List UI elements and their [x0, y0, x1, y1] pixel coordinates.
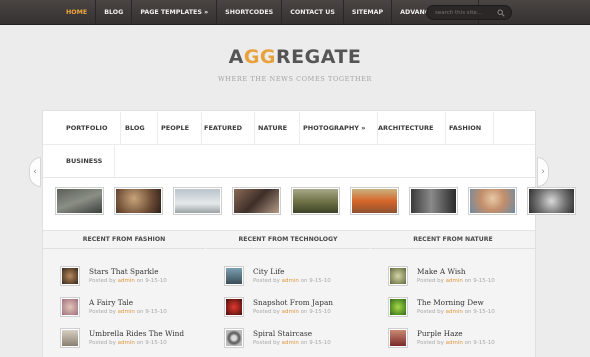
nav-shortcodes[interactable]: SHORTCODES: [217, 0, 283, 25]
post-author-link[interactable]: admin: [446, 278, 463, 284]
nav-home[interactable]: HOME: [58, 0, 97, 25]
post-author-link[interactable]: admin: [282, 309, 299, 315]
post-author-link[interactable]: admin: [118, 340, 135, 346]
post-meta: Posted by admin on 9-15-10: [253, 340, 331, 346]
carousel-thumb[interactable]: [291, 187, 340, 215]
carousel-thumb[interactable]: [350, 187, 399, 215]
carousel-thumb[interactable]: [232, 187, 281, 215]
post-title[interactable]: Snapshot From Japan: [253, 298, 333, 307]
post-meta: Posted by admin on 9-15-10: [89, 309, 167, 315]
post-title[interactable]: Purple Haze: [417, 329, 463, 338]
recent-fashion-section: RECENT FROM FASHION Stars That Sparkle P…: [43, 231, 205, 357]
post-item[interactable]: City Life Posted by admin on 9-15-10: [224, 266, 364, 288]
post-thumbnail[interactable]: [224, 266, 244, 286]
post-meta: Posted by admin on 9-15-10: [417, 340, 495, 346]
main-panel: PORTFOLIO BLOG PEOPLE FEATURED NATURE PH…: [42, 110, 576, 357]
section-title: RECENT FROM TECHNOLOGY: [206, 231, 370, 249]
post-thumbnail[interactable]: [60, 297, 80, 317]
post-thumbnail[interactable]: [388, 297, 408, 317]
chevron-right-icon: ›: [541, 167, 545, 177]
post-meta: Posted by admin on 9-15-10: [253, 309, 331, 315]
recent-posts-area: RECENT FROM FASHION Stars That Sparkle P…: [43, 230, 535, 357]
top-navigation-bar: HOME BLOG PAGE TEMPLATES » SHORTCODES CO…: [0, 0, 590, 25]
carousel-thumb[interactable]: [114, 187, 163, 215]
post-thumbnail[interactable]: [224, 297, 244, 317]
nav-sitemap[interactable]: SITEMAP: [344, 0, 393, 25]
post-item[interactable]: Snapshot From Japan Posted by admin on 9…: [224, 297, 364, 319]
carousel-prev-button[interactable]: ‹: [29, 157, 41, 187]
carousel-thumb[interactable]: [55, 187, 104, 215]
post-meta: Posted by admin on 9-15-10: [89, 340, 167, 346]
post-meta: Posted by admin on 9-15-10: [417, 278, 495, 284]
post-title[interactable]: Make A Wish: [417, 267, 466, 276]
nav-blog[interactable]: BLOG: [96, 0, 133, 25]
category-nav: PORTFOLIO BLOG PEOPLE FEATURED NATURE PH…: [43, 111, 535, 178]
post-title[interactable]: City Life: [253, 267, 285, 276]
post-title[interactable]: Umbrella Rides The Wind: [89, 329, 184, 338]
section-title: RECENT FROM FASHION: [43, 231, 205, 249]
carousel-thumb[interactable]: [409, 187, 458, 215]
post-title[interactable]: The Morning Dew: [417, 298, 484, 307]
featured-carousel: [55, 187, 576, 215]
post-meta: Posted by admin on 9-15-10: [417, 309, 495, 315]
post-item[interactable]: Umbrella Rides The Wind Posted by admin …: [60, 328, 200, 350]
post-author-link[interactable]: admin: [118, 278, 135, 284]
nav-page-templates[interactable]: PAGE TEMPLATES »: [132, 0, 218, 25]
post-title[interactable]: A Fairy Tale: [89, 298, 133, 307]
post-thumbnail[interactable]: [60, 266, 80, 286]
post-item[interactable]: Stars That Sparkle Posted by admin on 9-…: [60, 266, 200, 288]
post-author-link[interactable]: admin: [282, 340, 299, 346]
post-item[interactable]: A Fairy Tale Posted by admin on 9-15-10: [60, 297, 200, 319]
post-item[interactable]: The Morning Dew Posted by admin on 9-15-…: [388, 297, 528, 319]
recent-technology-section: RECENT FROM TECHNOLOGY City Life Posted …: [206, 231, 370, 357]
search-input[interactable]: [435, 8, 497, 18]
carousel-thumb[interactable]: [468, 187, 517, 215]
carousel-thumb[interactable]: [173, 187, 222, 215]
site-tagline: WHERE THE NEWS COMES TOGETHER: [217, 75, 373, 83]
search-box: [426, 5, 512, 20]
post-author-link[interactable]: admin: [282, 278, 299, 284]
logo-text-start: A: [228, 46, 244, 68]
post-meta: Posted by admin on 9-15-10: [89, 278, 167, 284]
category-architecture[interactable]: ARCHITECTURE: [366, 112, 447, 144]
post-thumbnail[interactable]: [60, 328, 80, 348]
post-author-link[interactable]: admin: [118, 309, 135, 315]
logo-text-accent: GG: [243, 46, 277, 68]
top-nav: HOME BLOG PAGE TEMPLATES » SHORTCODES CO…: [58, 0, 479, 25]
logo-text-end: REGATE: [276, 46, 362, 68]
nav-contact-us[interactable]: CONTACT US: [282, 0, 344, 25]
site-logo[interactable]: AGGREGATE: [0, 46, 590, 68]
post-title[interactable]: Spiral Staircase: [253, 329, 312, 338]
chevron-left-icon: ‹: [33, 167, 37, 177]
post-thumbnail[interactable]: [388, 266, 408, 286]
post-item[interactable]: Purple Haze Posted by admin on 9-15-10: [388, 328, 528, 350]
post-author-link[interactable]: admin: [446, 340, 463, 346]
category-fashion[interactable]: FASHION: [437, 112, 495, 144]
post-thumbnail[interactable]: [388, 328, 408, 348]
category-portfolio[interactable]: PORTFOLIO: [54, 112, 121, 144]
category-business[interactable]: BUSINESS: [54, 145, 116, 177]
post-thumbnail[interactable]: [224, 328, 244, 348]
section-title: RECENT FROM NATURE: [371, 231, 535, 249]
carousel-next-button[interactable]: ›: [537, 157, 549, 187]
carousel-thumb[interactable]: [527, 187, 576, 215]
recent-nature-section: RECENT FROM NATURE Make A Wish Posted by…: [371, 231, 535, 357]
post-item[interactable]: Spiral Staircase Posted by admin on 9-15…: [224, 328, 364, 350]
category-divider: [43, 177, 535, 178]
search-icon[interactable]: [497, 9, 505, 17]
post-title[interactable]: Stars That Sparkle: [89, 267, 159, 276]
post-author-link[interactable]: admin: [446, 309, 463, 315]
post-meta: Posted by admin on 9-15-10: [253, 278, 331, 284]
post-item[interactable]: Make A Wish Posted by admin on 9-15-10: [388, 266, 528, 288]
category-divider: [43, 144, 535, 145]
